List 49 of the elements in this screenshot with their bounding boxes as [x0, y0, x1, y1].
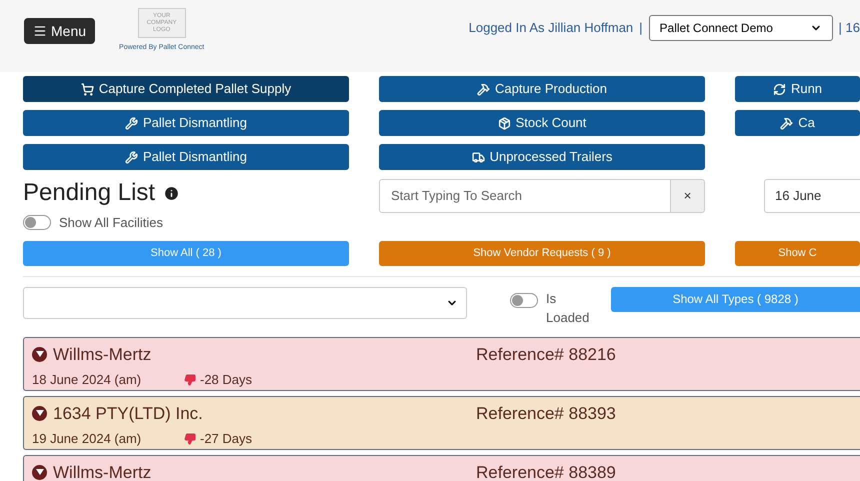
pending-row[interactable]: Willms-Mertz Reference# 88216 18 June 2024 (am) -28 Days	[23, 336, 860, 390]
action-button[interactable]: Capture Production	[379, 76, 705, 102]
wrench-icon	[124, 150, 138, 164]
reference-text: Reference# 88389	[476, 462, 616, 481]
toggle-switch[interactable]	[510, 292, 538, 308]
reference-text: Reference# 88216	[476, 344, 616, 366]
pending-row[interactable]: Willms-Mertz Reference# 88389	[23, 454, 860, 481]
date-text: 19 June 2024 (am)	[32, 430, 142, 448]
truck-icon	[472, 150, 485, 164]
action-button[interactable]: Capture Completed Pallet Supply	[23, 76, 349, 102]
toggle-label: Is Loaded	[546, 290, 586, 326]
menu-button[interactable]: Menu	[24, 18, 96, 44]
refresh-icon	[772, 82, 786, 96]
info-icon	[163, 184, 180, 202]
thumbs-down-icon	[184, 374, 196, 386]
toggle-label: Show All Facilities	[59, 214, 164, 232]
action-button[interactable]: Unprocessed Trailers	[379, 144, 705, 170]
vendor-name: Willms-Mertz	[53, 344, 152, 366]
action-button[interactable]: Pallet Dismantling	[23, 144, 349, 170]
company-select[interactable]: Pallet Connect Demo	[648, 15, 833, 41]
collapse-icon[interactable]	[32, 464, 47, 480]
search-field[interactable]: Start Typing To Search	[379, 179, 671, 213]
clear-button[interactable]: ×	[671, 179, 705, 213]
vendor-name: 1634 PTY(LTD) Inc.	[53, 402, 204, 424]
collapse-icon[interactable]	[32, 346, 47, 362]
toggle-switch[interactable]	[23, 215, 51, 230]
menu-icon	[33, 24, 47, 38]
page-title: Pending List	[23, 178, 156, 208]
date-field[interactable]: 16 June	[764, 179, 860, 213]
hammer-icon	[476, 82, 490, 96]
thumbs-down-icon	[184, 432, 196, 445]
box-icon	[498, 116, 511, 130]
separator-text: |	[639, 19, 643, 38]
wrench-icon	[124, 116, 138, 130]
logged-in-text: Logged In As Jillian Hoffman	[468, 19, 634, 38]
date-text: 18 June 2024 (am)	[32, 371, 142, 389]
cart-icon	[80, 82, 94, 96]
action-button[interactable]: Ca	[735, 110, 860, 136]
pending-row[interactable]: 1634 PTY(LTD) Inc. Reference# 88393 19 June 2024 (am) -27 Days	[23, 396, 860, 450]
reference-text: Reference# 88393	[476, 402, 616, 424]
days-text: -28 Days	[200, 371, 252, 389]
hammer-icon	[780, 116, 794, 130]
collapse-icon[interactable]	[32, 406, 47, 421]
action-button[interactable]: Runn	[735, 76, 860, 102]
action-button[interactable]: Stock Count	[379, 110, 705, 136]
vendor-name: Willms-Mertz	[53, 462, 152, 481]
date-text: | 16	[838, 19, 860, 38]
days-text: -27 Days	[200, 430, 252, 448]
action-button[interactable]: Pallet Dismantling	[23, 110, 349, 136]
